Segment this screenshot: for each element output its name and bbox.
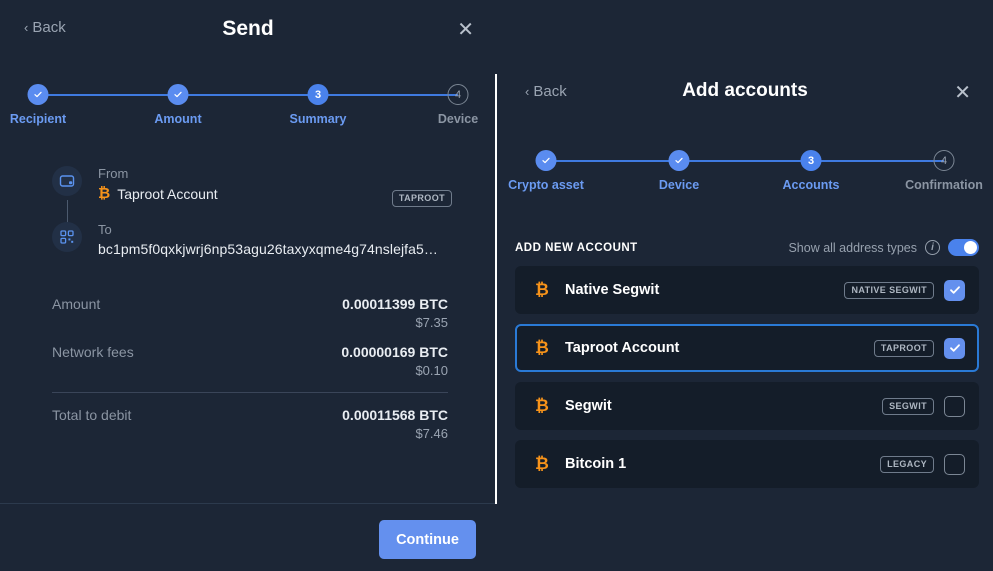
show-all-label: Show all address types [788,241,917,255]
transaction-parties: From ₿ Taproot Account TAPROOT [52,166,452,257]
from-badge: TAPROOT [392,190,452,207]
accounts-header: ‹ Back Add accounts ✕ [497,72,993,134]
accounts-step-line-2 [811,160,944,162]
send-step-node-2[interactable]: 3 [308,84,329,105]
account-name: Bitcoin 1 [565,456,880,472]
accounts-step-node-3[interactable]: 4 [934,150,955,171]
bitcoin-icon: ₿ [535,280,565,300]
total-values: 0.00011568 BTC $7.46 [342,407,448,441]
from-badge-wrap: TAPROOT [392,188,452,206]
accounts-step-node-2[interactable]: 3 [801,150,822,171]
accounts-step-label-3: Confirmation [905,178,983,192]
account-row-right: NATIVE SEGWIT [844,280,965,301]
amount-summary: Amount 0.00011399 BTC $7.35 Network fees… [52,296,448,455]
amount-row-crypto: 0.00000169 BTC [341,344,448,360]
show-all-toggle[interactable] [948,239,979,256]
accounts-title: Add accounts [497,80,993,102]
amount-row-values: 0.00000169 BTC $0.10 [341,344,448,378]
send-step-label-2: Summary [290,112,347,126]
total-fiat: $7.46 [342,426,448,441]
from-account-name: Taproot Account [117,186,217,202]
send-step-node-0[interactable] [28,84,49,105]
account-checkbox[interactable] [944,280,965,301]
send-title: Send [0,17,496,41]
send-step-label-1: Amount [154,112,201,126]
show-all-address-types-control: Show all address types i [788,239,979,256]
account-name: Taproot Account [565,340,874,356]
add-new-account-label: ADD NEW ACCOUNT [515,242,638,254]
from-label: From [98,166,452,181]
account-row-right: LEGACY [880,454,965,475]
amount-row-label: Amount [52,296,100,312]
amount-row-fiat: $0.10 [341,363,448,378]
account-row[interactable]: ₿ Segwit SEGWIT [515,382,979,430]
account-badge: TAPROOT [874,340,934,357]
to-address: bc1pm5f0qxkjwrj6np53agu26taxyxqme4g74nsl… [98,241,452,257]
send-header: ‹ Back Send ✕ [0,0,496,62]
amount-row: Network fees 0.00000169 BTC $0.10 [52,344,448,378]
info-icon[interactable]: i [925,240,940,255]
app-root: ‹ Back Send ✕ RecipientAmount3Summary4De… [0,0,993,571]
send-stepper: RecipientAmount3Summary4Device [38,84,458,106]
summary-divider [52,392,448,393]
accounts-close-icon[interactable]: ✕ [954,83,971,103]
send-step-line-2 [318,94,458,96]
account-name: Native Segwit [565,282,844,298]
amount-row: Amount 0.00011399 BTC $7.35 [52,296,448,330]
account-row-right: SEGWIT [882,396,965,417]
account-checkbox[interactable] [944,396,965,417]
account-row[interactable]: ₿ Taproot Account TAPROOT [515,324,979,372]
from-row: From ₿ Taproot Account TAPROOT [52,166,452,202]
account-checkbox[interactable] [944,454,965,475]
bitcoin-icon: ₿ [98,185,110,202]
send-step-line-1 [178,94,318,96]
to-label: To [98,222,452,237]
amount-row-values: 0.00011399 BTC $7.35 [342,296,448,330]
to-row: To bc1pm5f0qxkjwrj6np53agu26taxyxqme4g74… [52,222,452,257]
qr-code-icon [52,222,82,252]
accounts-step-node-1[interactable] [669,150,690,171]
add-accounts-panel: ‹ Back Add accounts ✕ Crypto assetDevice… [497,0,993,571]
total-row: Total to debit 0.00011568 BTC $7.46 [52,407,448,441]
amount-row-fiat: $7.35 [342,315,448,330]
account-badge: SEGWIT [882,398,934,415]
send-panel: ‹ Back Send ✕ RecipientAmount3Summary4De… [0,0,496,571]
account-row[interactable]: ₿ Native Segwit NATIVE SEGWIT [515,266,979,314]
account-badge: NATIVE SEGWIT [844,282,934,299]
account-checkbox[interactable] [944,338,965,359]
amount-row-label: Network fees [52,344,134,360]
total-crypto: 0.00011568 BTC [342,407,448,423]
account-row-right: TAPROOT [874,338,965,359]
wallet-icon [52,166,82,196]
accounts-stepper: Crypto assetDevice3Accounts4Confirmation [546,150,944,172]
account-badge: LEGACY [880,456,934,473]
send-step-line-0 [38,94,178,96]
account-row[interactable]: ₿ Bitcoin 1 LEGACY [515,440,979,488]
send-step-label-0: Recipient [10,112,66,126]
account-name: Segwit [565,398,882,414]
send-step-label-3: Device [438,112,478,126]
footer-divider [0,503,495,504]
add-new-account-header: ADD NEW ACCOUNT Show all address types i [515,239,979,256]
accounts-step-node-0[interactable] [536,150,557,171]
toggle-knob [964,241,977,254]
total-label: Total to debit [52,407,131,423]
accounts-step-label-2: Accounts [783,178,840,192]
bitcoin-icon: ₿ [535,338,565,358]
amount-row-crypto: 0.00011399 BTC [342,296,448,312]
bitcoin-icon: ₿ [535,396,565,416]
accounts-step-line-1 [679,160,811,162]
send-step-node-3[interactable]: 4 [448,84,469,105]
accounts-step-label-0: Crypto asset [508,178,584,192]
continue-button[interactable]: Continue [379,520,476,559]
send-close-icon[interactable]: ✕ [457,20,474,40]
bitcoin-icon: ₿ [535,454,565,474]
accounts-step-line-0 [546,160,679,162]
account-list: ₿ Native Segwit NATIVE SEGWIT ₿ Taproot … [515,266,979,498]
accounts-step-label-1: Device [659,178,699,192]
send-step-node-1[interactable] [168,84,189,105]
